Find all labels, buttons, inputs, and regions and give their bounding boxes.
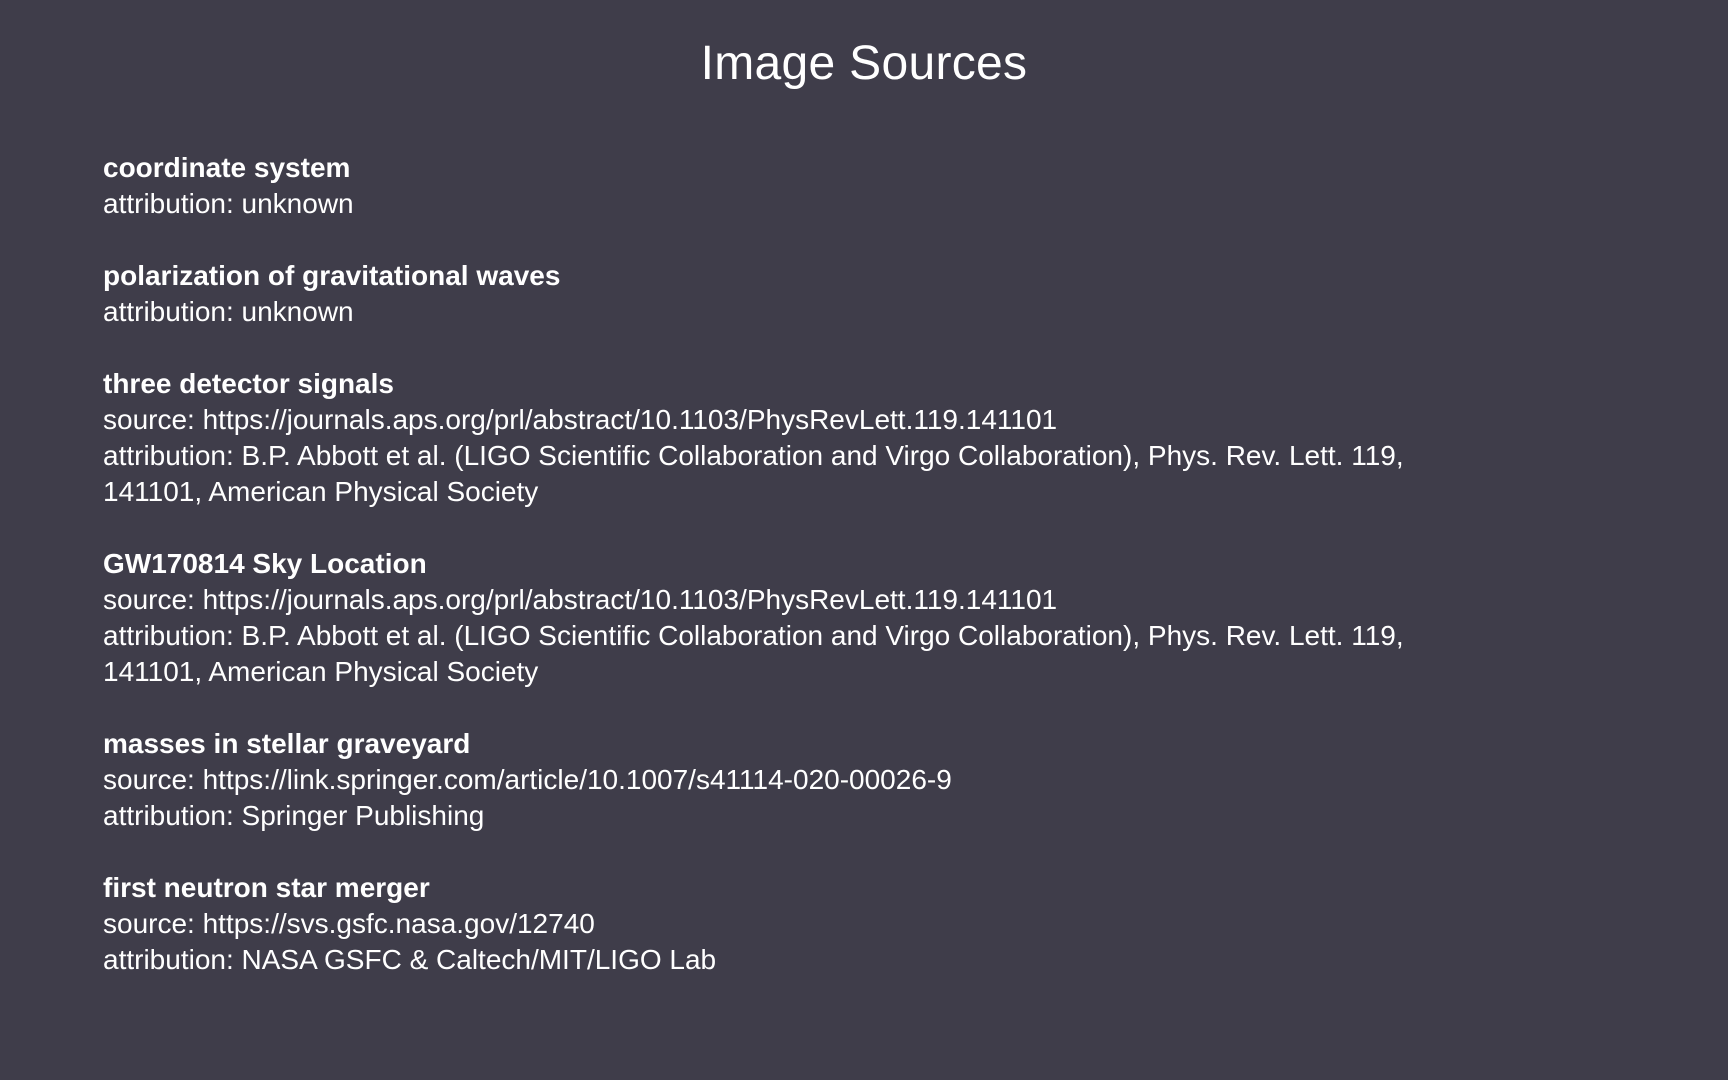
attribution-line-continued: 141101, American Physical Society <box>103 656 539 687</box>
source-entry-polarization: polarization of gravitational waves attr… <box>103 258 1643 330</box>
attribution-line: attribution: NASA GSFC & Caltech/MIT/LIG… <box>103 944 717 975</box>
entry-title: masses in stellar graveyard <box>103 728 471 759</box>
source-entry-three-detector-signals: three detector signals source: https://j… <box>103 366 1643 510</box>
source-entry-sky-location: GW170814 Sky Location source: https://jo… <box>103 546 1643 690</box>
entry-title: three detector signals <box>103 368 394 399</box>
slide: Image Sources coordinate system attribut… <box>0 0 1728 1080</box>
entry-title: GW170814 Sky Location <box>103 548 427 579</box>
source-line: source: https://link.springer.com/articl… <box>103 764 952 795</box>
source-entry-coordinate-system: coordinate system attribution: unknown <box>103 150 1643 222</box>
attribution-line: attribution: unknown <box>103 188 354 219</box>
entry-title: coordinate system <box>103 152 351 183</box>
slide-title: Image Sources <box>700 37 1028 90</box>
source-line: source: https://journals.aps.org/prl/abs… <box>103 584 1058 615</box>
source-line: source: https://svs.gsfc.nasa.gov/12740 <box>103 908 595 939</box>
attribution-line-continued: 141101, American Physical Society <box>103 476 539 507</box>
source-entry-stellar-graveyard: masses in stellar graveyard source: http… <box>103 726 1643 834</box>
attribution-line: attribution: B.P. Abbott et al. (LIGO Sc… <box>103 440 1404 471</box>
attribution-line: attribution: Springer Publishing <box>103 800 485 831</box>
sources-list: coordinate system attribution: unknown p… <box>103 150 1643 1014</box>
entry-title: polarization of gravitational waves <box>103 260 561 291</box>
source-line: source: https://journals.aps.org/prl/abs… <box>103 404 1058 435</box>
source-entry-neutron-star-merger: first neutron star merger source: https:… <box>103 870 1643 978</box>
attribution-line: attribution: unknown <box>103 296 354 327</box>
entry-title: first neutron star merger <box>103 872 430 903</box>
attribution-line: attribution: B.P. Abbott et al. (LIGO Sc… <box>103 620 1404 651</box>
